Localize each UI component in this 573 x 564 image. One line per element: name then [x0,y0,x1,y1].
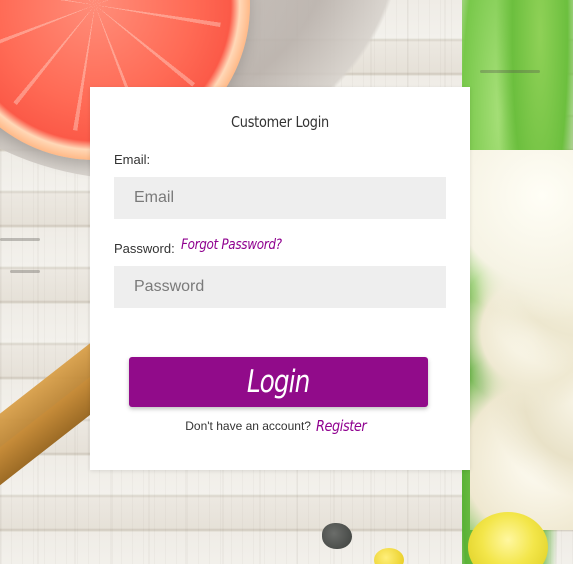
password-label: Password: [114,241,175,256]
login-button[interactable]: Login [129,357,428,407]
password-input[interactable] [114,266,446,308]
wood-crack [0,238,40,241]
forgot-password-link[interactable]: Forgot Password? [181,237,282,253]
wood-crack [480,70,540,73]
login-button-label: Login [247,364,311,400]
register-row: Don't have an account? Register [90,417,470,435]
register-prompt: Don't have an account? [185,419,311,433]
email-input[interactable] [114,177,446,219]
pebble [322,523,352,549]
email-label: Email: [114,152,151,167]
card-title: Customer Login [231,113,329,131]
cauliflower [470,150,573,530]
register-link[interactable]: Register [316,417,367,435]
login-card: Customer Login Email: Password: Forgot P… [90,87,470,470]
wood-crack [10,270,40,273]
